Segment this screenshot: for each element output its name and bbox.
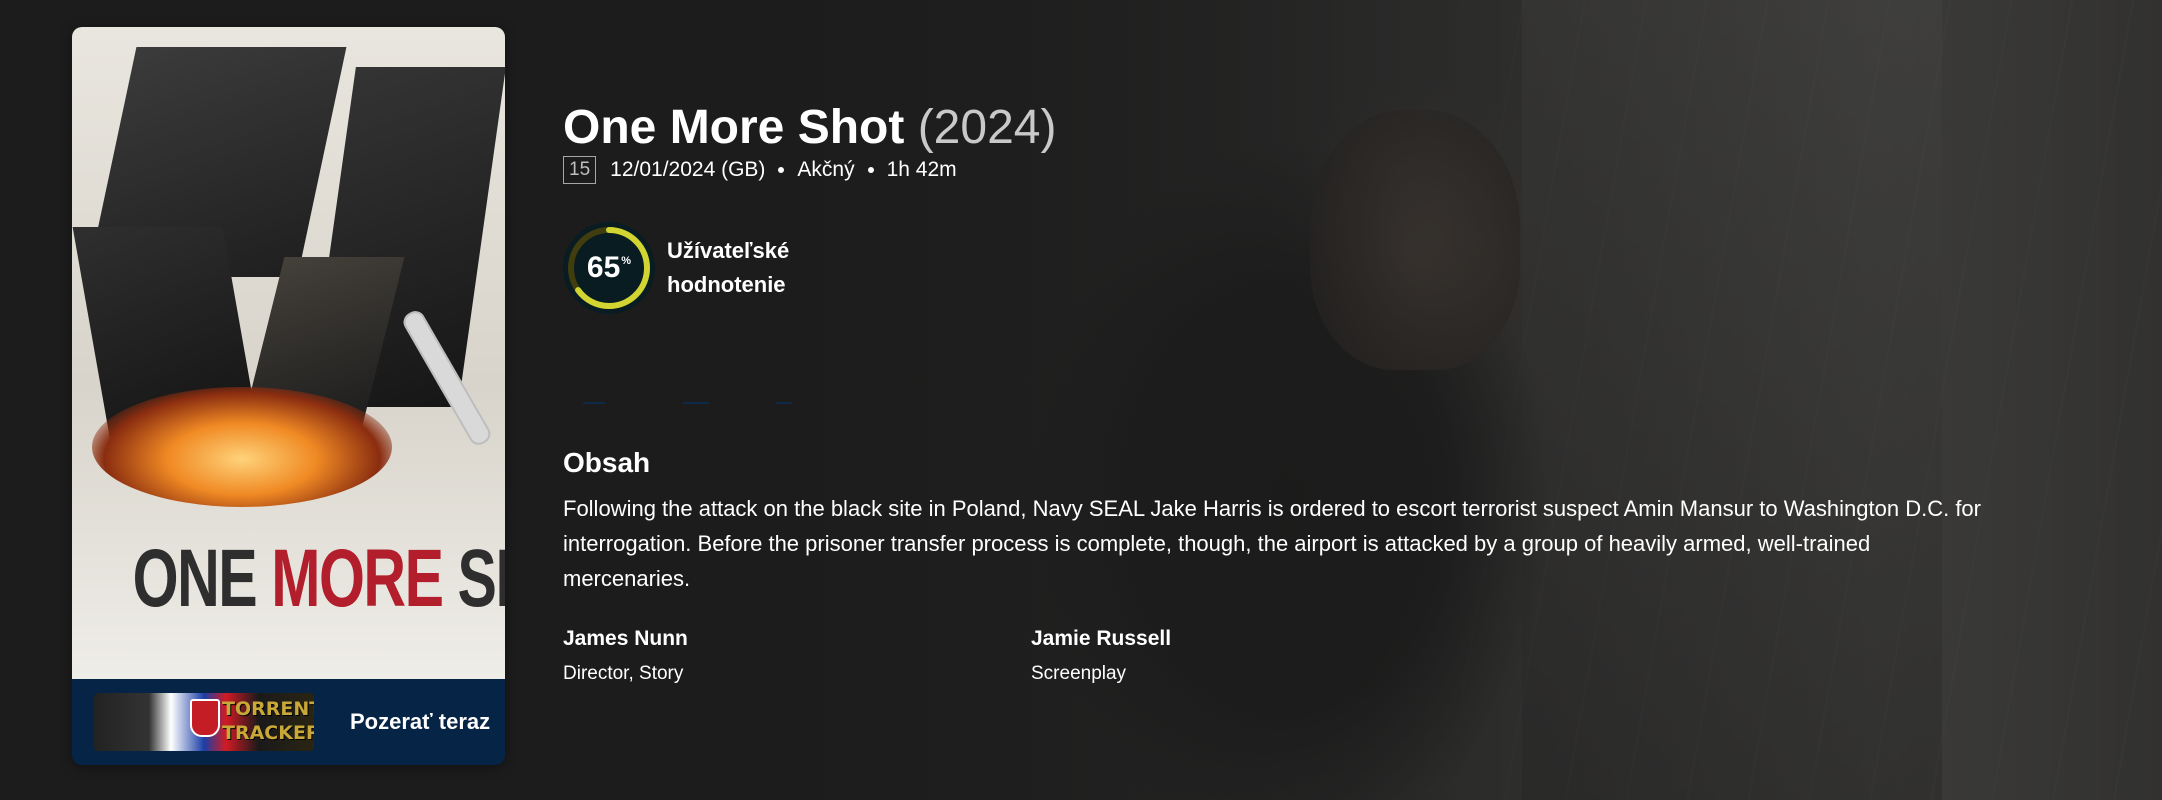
provider-logo-text: TORRENT TRACKER	[222, 698, 314, 744]
movie-hero: ONE MORE SHOT TORRENT TRACKER Pozerať te…	[0, 0, 2162, 800]
genre-link[interactable]: Akčný	[797, 158, 854, 182]
crew-job: Screenplay	[1031, 663, 1127, 684]
poster-title-part-red: MORE	[271, 533, 444, 624]
watch-now-bar[interactable]: TORRENT TRACKER Pozerať teraz	[72, 679, 505, 765]
score-percent: %	[621, 255, 632, 267]
poster-card[interactable]: ONE MORE SHOT TORRENT TRACKER Pozerať te…	[72, 27, 505, 765]
crew-member: James Nunn Director, Story	[563, 627, 688, 685]
poster-title: ONE MORE SHOT	[132, 532, 505, 626]
divider	[683, 402, 709, 404]
crew-job: Director, Story	[563, 663, 684, 684]
poster-title-part: ONE	[132, 533, 272, 624]
crew-member: Jamie Russell Screenplay	[1031, 627, 1171, 685]
score-value: 65%	[563, 222, 655, 314]
movie-title[interactable]: One More Shot	[563, 101, 904, 154]
poster-explosion	[92, 387, 392, 507]
release-date: 12/01/2024 (GB)	[610, 158, 766, 181]
separator-dot-icon	[867, 167, 874, 173]
slovak-flag-icon	[190, 699, 220, 737]
score-number: 65	[586, 251, 621, 284]
divider	[776, 402, 792, 404]
overview-heading: Obsah	[563, 447, 651, 478]
divider	[583, 402, 605, 404]
crew-name[interactable]: Jamie Russell	[1031, 627, 1171, 651]
watch-now-button[interactable]: Pozerať teraz	[350, 709, 490, 735]
movie-title-row: One More Shot (2024)	[563, 100, 1056, 155]
crew-name[interactable]: James Nunn	[563, 627, 688, 651]
certification-badge: 15	[563, 156, 597, 184]
poster-image[interactable]: ONE MORE SHOT	[72, 27, 505, 679]
runtime: 1h 42m	[886, 158, 957, 181]
score-label: Užívateľské hodnotenie	[667, 238, 790, 297]
separator-dot-icon	[778, 167, 785, 173]
overview-text: Following the attack on the black site i…	[563, 496, 1981, 591]
movie-year: (2024)	[917, 101, 1057, 154]
poster-title-part: SHOT	[457, 533, 505, 624]
provider-logo[interactable]: TORRENT TRACKER	[94, 693, 314, 751]
score-ring[interactable]: 65%	[563, 222, 655, 314]
user-score[interactable]: 65% Užívateľské hodnotenie	[563, 222, 797, 314]
movie-facts: 15 12/01/2024 (GB) Akčný 1h 42m	[563, 156, 957, 184]
